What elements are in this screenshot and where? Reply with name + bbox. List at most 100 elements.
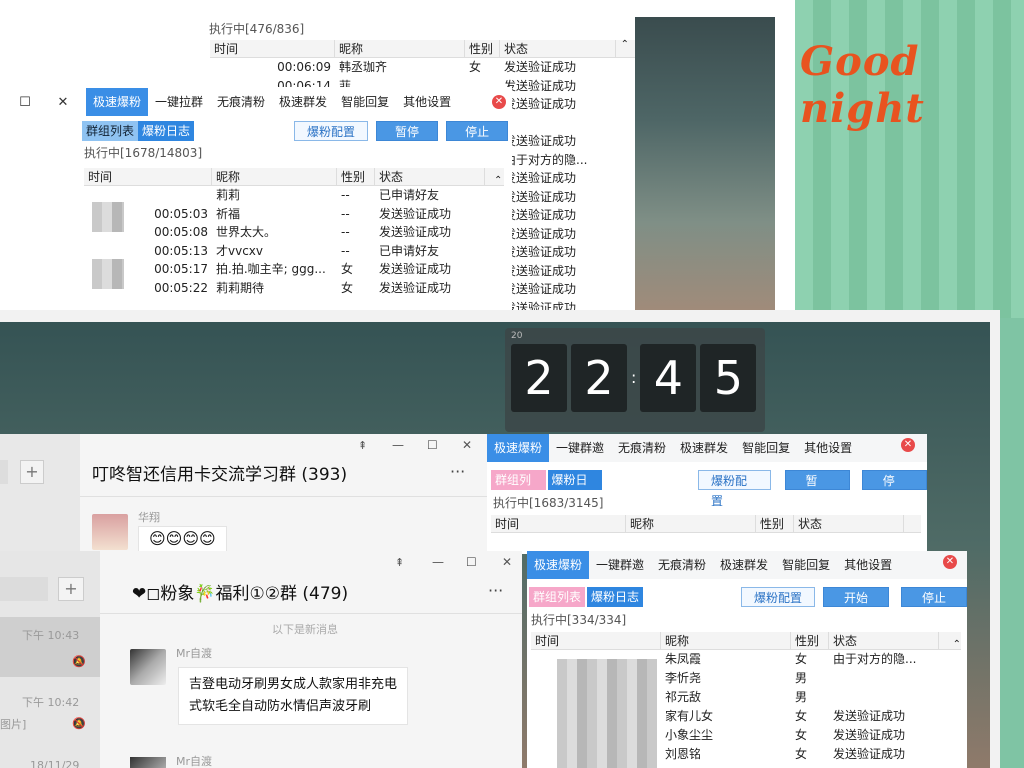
cell-status <box>829 688 939 707</box>
more-button[interactable]: ··· <box>488 581 503 600</box>
col-gender[interactable]: 性别 <box>756 515 794 532</box>
cell-nick: 李忻尧 <box>665 671 702 685</box>
table-row[interactable]: 00:06:09 韩丞珈齐 女 发送验证成功 <box>210 58 635 77</box>
cell-status: 发送验证成功 <box>504 208 577 222</box>
tab-1[interactable]: 一键拉群 <box>148 88 210 116</box>
tab-4[interactable]: 智能回复 <box>735 434 797 462</box>
tab-0[interactable]: 极速爆粉 <box>527 551 590 579</box>
col-status[interactable]: 状态 <box>794 515 904 532</box>
col-gender[interactable]: 性别 <box>791 632 829 649</box>
panel-close-icon[interactable]: ✕ <box>901 438 915 452</box>
col-time[interactable]: 时间 <box>210 40 335 57</box>
pause-button[interactable]: 暂停 <box>784 470 850 508</box>
col-time[interactable]: 时间 <box>531 632 661 649</box>
cell-gender: 女 <box>795 709 808 723</box>
table-row[interactable]: 00:05:08 世界太大。 -- 发送验证成功 <box>84 223 494 242</box>
maximize-icon[interactable]: ☐ <box>466 555 477 569</box>
tab-0[interactable]: 极速爆粉 <box>487 434 550 462</box>
tab-5[interactable]: 其他设置 <box>837 551 899 579</box>
fan-log-button[interactable]: 爆粉日志 <box>587 587 643 607</box>
col-status[interactable]: 状态 <box>375 168 485 185</box>
scroll-up-icon[interactable]: ⌃ <box>494 175 502 186</box>
stop-button[interactable]: 停止 <box>861 470 927 508</box>
tab-2[interactable]: 无痕清粉 <box>651 551 713 579</box>
cell-time: 00:05:13 <box>154 243 208 258</box>
chat-list-time: 下午 10:42 <box>22 696 80 709</box>
tab-2[interactable]: 无痕清粉 <box>611 434 673 462</box>
cell-status: 发送验证成功 <box>833 709 906 723</box>
col-nick[interactable]: 昵称 <box>661 632 791 649</box>
tab-0[interactable]: 极速爆粉 <box>86 88 149 116</box>
cell-status: 发送验证成功 <box>379 225 452 239</box>
chat-list-time: 18/11/29 <box>30 759 80 768</box>
tab-4[interactable]: 智能回复 <box>775 551 837 579</box>
group-list-button[interactable]: 群组列表 <box>529 587 585 607</box>
close-icon[interactable]: ✕ <box>462 438 472 452</box>
col-nick[interactable]: 昵称 <box>212 168 337 185</box>
group-list-button[interactable]: 群组列表 <box>82 121 139 141</box>
col-time[interactable]: 时间 <box>491 515 626 532</box>
cell-gender: 女 <box>469 60 482 74</box>
table-header: 时间 昵称 性别 状态 <box>210 40 635 58</box>
config-button[interactable]: 爆粉配置 <box>698 470 771 508</box>
close-icon[interactable]: ✕ <box>48 95 78 110</box>
panel-close-icon[interactable]: ✕ <box>492 95 506 109</box>
minimize-icon[interactable]: — <box>392 438 404 452</box>
tab-2[interactable]: 无痕清粉 <box>210 88 272 116</box>
search-box[interactable] <box>0 460 8 484</box>
tab-1[interactable]: 一键群邀 <box>589 551 651 579</box>
search-box[interactable] <box>0 577 48 601</box>
start-button[interactable]: 开始 <box>823 587 889 607</box>
cell-status: 发送验证成功 <box>379 280 452 295</box>
maximize-icon[interactable]: ☐ <box>427 438 438 452</box>
tool-window-2: 极速爆粉 一键群邀 无痕清粉 极速群发 智能回复 其他设置 ✕ 群组列表 爆粉日志 爆粉配… <box>527 551 967 768</box>
more-button[interactable]: ··· <box>450 462 465 481</box>
tab-3[interactable]: 极速群发 <box>713 551 775 579</box>
fan-log-button[interactable]: 爆粉日志 <box>547 470 602 507</box>
tab-1[interactable]: 一键群邀 <box>549 434 611 462</box>
tab-3[interactable]: 极速群发 <box>272 88 334 116</box>
col-gender[interactable]: 性别 <box>337 168 375 185</box>
table-row[interactable]: 00:05:13 才vvcxv -- 已申请好友 <box>84 242 494 261</box>
chat-list-item-active[interactable] <box>0 617 100 677</box>
fan-log-button[interactable]: 爆粉日志 <box>138 121 195 141</box>
table-row[interactable]: 00:05:22 莉莉期待女发送验证成功 <box>84 279 494 298</box>
col-nick[interactable]: 昵称 <box>626 515 756 532</box>
close-icon[interactable]: ✕ <box>502 555 512 569</box>
scroll-up-icon[interactable]: ⌃ <box>621 39 629 50</box>
col-time[interactable]: 时间 <box>84 168 212 185</box>
col-status[interactable]: 状态 <box>829 632 939 649</box>
minimize-icon[interactable]: — <box>432 555 444 569</box>
tab-3[interactable]: 极速群发 <box>673 434 735 462</box>
add-button[interactable]: + <box>20 460 44 484</box>
group-list-button[interactable]: 群组列表 <box>491 470 546 507</box>
config-button[interactable]: 爆粉配置 <box>741 587 815 607</box>
table-row[interactable]: 00:05:17 拍.拍.咖主辛; ggg... 女发送验证成功 <box>84 260 494 279</box>
add-button[interactable]: + <box>58 577 84 601</box>
maximize-icon[interactable]: ☐ <box>10 95 40 110</box>
col-gender[interactable]: 性别 <box>465 40 500 57</box>
cell-status: 发送验证成功 <box>504 226 577 241</box>
pin-icon[interactable]: ⇞ <box>358 439 367 452</box>
cell-gender: 女 <box>795 747 808 761</box>
pin-icon[interactable]: ⇞ <box>395 556 404 569</box>
blurred-avatar <box>92 259 124 289</box>
stop-button[interactable]: 停止 <box>446 121 509 141</box>
cell-status: 发送验证成功 <box>504 97 577 111</box>
avatar <box>130 757 166 768</box>
table-header: 时间 昵称 性别 状态 <box>531 632 961 650</box>
cell-status <box>500 114 616 133</box>
status-label: 执行中[1683/3145] <box>493 496 604 510</box>
scroll-up-icon[interactable]: ⌃ <box>953 639 961 650</box>
col-nick[interactable]: 昵称 <box>335 40 465 57</box>
col-status[interactable]: 状态 <box>500 40 616 57</box>
panel-close-icon[interactable]: ✕ <box>943 555 957 569</box>
tab-4[interactable]: 智能回复 <box>334 88 396 116</box>
pause-button[interactable]: 暂停 <box>376 121 439 141</box>
config-button[interactable]: 爆粉配置 <box>294 121 369 141</box>
tab-5[interactable]: 其他设置 <box>396 88 458 116</box>
stop-button[interactable]: 停止 <box>901 587 967 607</box>
table-row[interactable]: 00:05:03 祈福 -- 发送验证成功 <box>84 205 494 224</box>
table-row[interactable]: 莉莉 -- 已申请好友 <box>84 186 494 205</box>
tab-5[interactable]: 其他设置 <box>797 434 859 462</box>
